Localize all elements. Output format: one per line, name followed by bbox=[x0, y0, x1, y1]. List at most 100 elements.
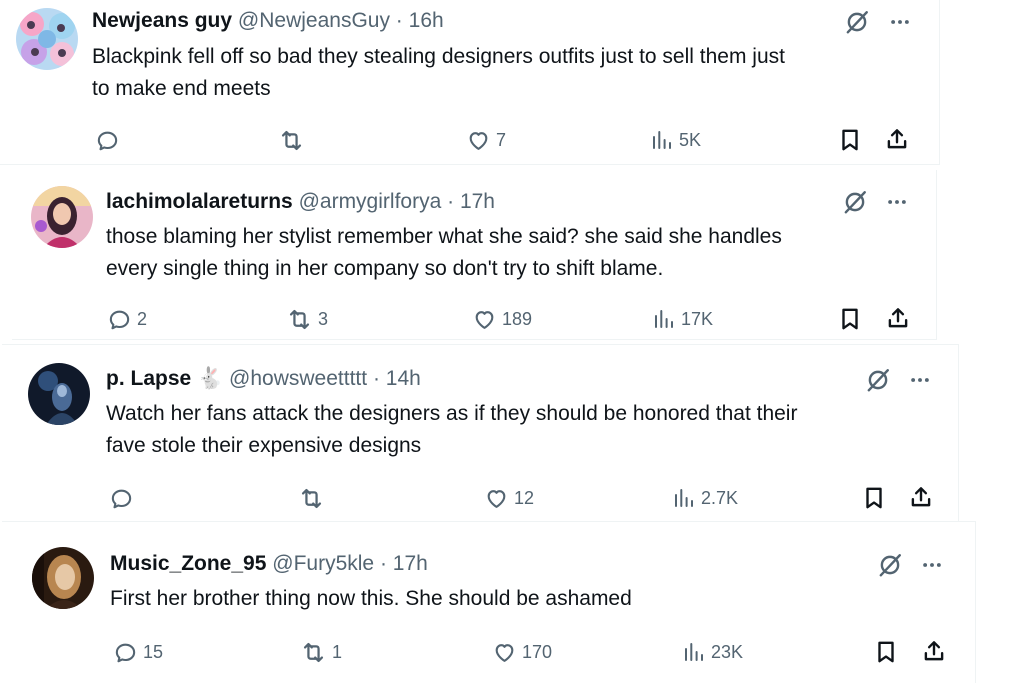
share-icon[interactable] bbox=[921, 638, 947, 664]
reply-button[interactable] bbox=[109, 484, 134, 512]
timestamp[interactable]: 16h bbox=[409, 9, 444, 32]
share-icon[interactable] bbox=[908, 484, 934, 510]
display-name[interactable]: p. Lapse bbox=[106, 367, 191, 390]
separator-dot: · bbox=[372, 367, 380, 390]
tweet-header: lachimolalareturns @armygirlforya · 17h bbox=[106, 189, 495, 215]
tweet-text-line: fave stole their expensive designs bbox=[106, 434, 422, 457]
repost-count: 3 bbox=[318, 308, 329, 329]
repost-button[interactable]: 1 bbox=[300, 638, 342, 666]
views-button[interactable]: 2.7K bbox=[672, 484, 738, 512]
separator-dot: · bbox=[447, 190, 455, 213]
view-count: 23K bbox=[711, 641, 744, 662]
heart-icon bbox=[472, 307, 497, 332]
user-handle[interactable]: @howsweettttt bbox=[229, 367, 367, 390]
tweet-text: those blaming her stylist remember what … bbox=[106, 221, 782, 285]
reply-icon bbox=[107, 307, 132, 332]
like-count: 7 bbox=[496, 129, 507, 150]
tweet-header: Newjeans guy @NewjeansGuy · 16h bbox=[92, 8, 444, 34]
more-icon[interactable] bbox=[921, 552, 943, 578]
bookmark-icon[interactable] bbox=[861, 485, 887, 511]
tweet-text: Blackpink fell off so bad they stealing … bbox=[92, 41, 785, 105]
reply-icon bbox=[95, 128, 120, 153]
reply-button[interactable]: 2 bbox=[107, 305, 147, 333]
reply-icon bbox=[109, 486, 134, 511]
views-icon bbox=[672, 486, 696, 510]
views-icon bbox=[650, 128, 674, 152]
more-icon[interactable] bbox=[886, 189, 908, 215]
tweet-text-line: First her brother thing now this. She sh… bbox=[110, 587, 632, 610]
tweet-header: p. Lapse 🐇 @howsweettttt · 14h bbox=[106, 366, 421, 392]
tweet-card[interactable]: p. Lapse 🐇 @howsweettttt · 14h Watch her… bbox=[2, 344, 959, 522]
repost-icon bbox=[298, 485, 325, 512]
avatar[interactable] bbox=[31, 186, 93, 248]
display-name[interactable]: Music_Zone_95 bbox=[110, 552, 266, 575]
like-count: 12 bbox=[514, 487, 535, 508]
like-button[interactable]: 7 bbox=[466, 126, 506, 154]
tweet-text-line: every single thing in her company so don… bbox=[106, 257, 664, 280]
like-button[interactable]: 170 bbox=[492, 638, 552, 666]
separator-dot: · bbox=[395, 9, 403, 32]
share-icon[interactable] bbox=[884, 126, 910, 152]
bookmark-icon[interactable] bbox=[837, 127, 863, 153]
tweet-card[interactable]: lachimolalareturns @armygirlforya · 17h … bbox=[12, 170, 937, 340]
like-count: 189 bbox=[502, 308, 533, 329]
repost-button[interactable] bbox=[278, 126, 305, 154]
heart-icon bbox=[484, 486, 509, 511]
grok-icon[interactable] bbox=[877, 552, 903, 578]
more-icon[interactable] bbox=[909, 367, 931, 393]
tweet-text-line: Watch her fans attack the designers as i… bbox=[106, 402, 798, 425]
view-count: 5K bbox=[679, 129, 702, 150]
tweet-text: Watch her fans attack the designers as i… bbox=[106, 398, 797, 462]
tweet-text-line: to make end meets bbox=[92, 77, 271, 100]
timestamp[interactable]: 14h bbox=[386, 367, 421, 390]
repost-count: 1 bbox=[332, 641, 343, 662]
repost-icon bbox=[286, 306, 313, 333]
bookmark-icon[interactable] bbox=[837, 306, 863, 332]
separator-dot: · bbox=[379, 552, 387, 575]
reply-count: 15 bbox=[143, 641, 164, 662]
user-handle[interactable]: @armygirlforya bbox=[299, 190, 442, 213]
views-icon bbox=[652, 307, 676, 331]
user-handle[interactable]: @NewjeansGuy bbox=[238, 9, 390, 32]
view-count: 17K bbox=[681, 308, 714, 329]
display-name[interactable]: lachimolalareturns bbox=[106, 190, 293, 213]
view-count: 2.7K bbox=[701, 487, 739, 508]
views-button[interactable]: 17K bbox=[652, 305, 713, 333]
heart-icon bbox=[492, 640, 517, 665]
display-name[interactable]: Newjeans guy bbox=[92, 9, 232, 32]
like-button[interactable]: 189 bbox=[472, 305, 532, 333]
reply-button[interactable] bbox=[95, 126, 120, 154]
tweet-card[interactable]: Newjeans guy @NewjeansGuy · 16h Blackpin… bbox=[0, 0, 940, 165]
views-button[interactable]: 5K bbox=[650, 126, 701, 154]
bookmark-icon[interactable] bbox=[873, 639, 899, 665]
share-icon[interactable] bbox=[885, 305, 911, 331]
heart-icon bbox=[466, 128, 491, 153]
like-count: 170 bbox=[522, 641, 553, 662]
avatar[interactable] bbox=[28, 363, 90, 425]
repost-button[interactable] bbox=[298, 484, 325, 512]
repost-icon bbox=[300, 639, 327, 666]
views-icon bbox=[682, 640, 706, 664]
views-button[interactable]: 23K bbox=[682, 638, 743, 666]
timestamp[interactable]: 17h bbox=[460, 190, 495, 213]
reply-icon bbox=[113, 640, 138, 665]
more-icon[interactable] bbox=[889, 9, 911, 35]
grok-icon[interactable] bbox=[865, 367, 891, 393]
tweet-card[interactable]: Music_Zone_95 @Fury5kle · 17h First her … bbox=[8, 521, 976, 683]
avatar[interactable] bbox=[16, 8, 78, 70]
reply-button[interactable]: 15 bbox=[113, 638, 163, 666]
repost-button[interactable]: 3 bbox=[286, 305, 328, 333]
tweet-text: First her brother thing now this. She sh… bbox=[110, 583, 632, 615]
tweet-text-line: Blackpink fell off so bad they stealing … bbox=[92, 45, 785, 68]
repost-icon bbox=[278, 127, 305, 154]
timestamp[interactable]: 17h bbox=[393, 552, 428, 575]
reply-count: 2 bbox=[137, 308, 148, 329]
tweet-header: Music_Zone_95 @Fury5kle · 17h bbox=[110, 551, 428, 577]
rabbit-emoji: 🐇 bbox=[197, 367, 224, 390]
user-handle[interactable]: @Fury5kle bbox=[272, 552, 374, 575]
grok-icon[interactable] bbox=[842, 189, 868, 215]
like-button[interactable]: 12 bbox=[484, 484, 534, 512]
tweet-text-line: those blaming her stylist remember what … bbox=[106, 225, 782, 248]
grok-icon[interactable] bbox=[844, 9, 870, 35]
avatar[interactable] bbox=[32, 547, 94, 609]
